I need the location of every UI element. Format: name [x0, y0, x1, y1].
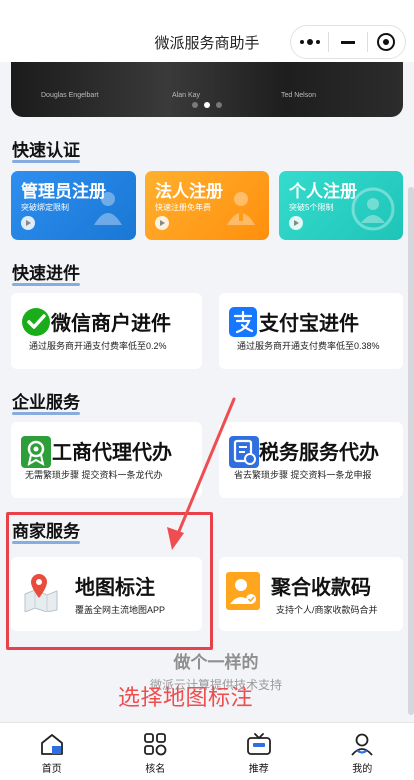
section-title-quick-cert: 快速认证: [12, 136, 80, 163]
carousel-indicator: [11, 102, 403, 108]
carousel-dot: [216, 102, 222, 108]
tab-recommend[interactable]: 推荐: [207, 723, 311, 780]
grid-icon: [144, 733, 167, 756]
section-title-enterprise: 企业服务: [12, 388, 80, 415]
alipay-onboard-card[interactable]: 支付宝进件 通过服务商开通支付费率低至0.38%: [219, 293, 403, 369]
section-title-merchant: 商家服务: [12, 517, 80, 544]
card-title: 微信商户进件: [51, 313, 171, 335]
admin-user-icon: [94, 192, 122, 225]
card-title: 税务服务代办: [259, 442, 379, 464]
carousel-dot-active: [204, 102, 210, 108]
bottom-tab-bar: 首页 核名 推荐 我的: [0, 722, 414, 780]
payment-code-card[interactable]: 聚合收款码 支持个人/商家收款码合并: [219, 557, 403, 631]
tv-icon: [246, 733, 271, 755]
card-subtitle: 通过服务商开通支付费率低至0.38%: [237, 341, 380, 351]
tab-name-check[interactable]: 核名: [104, 723, 208, 780]
close-miniprogram-button[interactable]: [368, 26, 405, 58]
card-subtitle: 省去繁琐步骤 提交资料一条龙申报: [234, 470, 372, 480]
tax-service-card[interactable]: 税务服务代办 省去繁琐步骤 提交资料一条龙申报: [219, 422, 403, 498]
card-subtitle: 突破绑定限制: [21, 203, 69, 212]
tab-label: 核名: [145, 764, 166, 775]
business-registration-card[interactable]: 工商代理代办 无需繁琐步骤 提交资料一条龙代办: [11, 422, 202, 498]
card-title: 工商代理代办: [52, 442, 172, 464]
top-banner-carousel[interactable]: Douglas Engelbart Alan Kay Ted Nelson: [11, 62, 403, 117]
arrow-right-icon: [289, 216, 303, 230]
admin-register-card[interactable]: 管理员注册 突破绑定限制: [11, 171, 136, 240]
scrollbar[interactable]: [408, 187, 414, 715]
more-dots-icon: [299, 39, 320, 45]
carousel-dot: [192, 102, 198, 108]
tab-mine[interactable]: 我的: [311, 723, 414, 780]
personal-user-icon: [351, 187, 395, 231]
banner-caption: Douglas Engelbart: [41, 92, 99, 99]
card-title: 聚合收款码: [271, 577, 371, 599]
more-options-button[interactable]: [291, 26, 328, 58]
card-title: 个人注册: [289, 182, 357, 201]
license-badge-icon: [21, 436, 51, 468]
banner-caption: Alan Kay: [172, 92, 201, 99]
tab-label: 推荐: [248, 764, 269, 775]
card-title: 支付宝进件: [259, 313, 359, 335]
card-title: 地图标注: [75, 577, 155, 599]
tab-label: 我的: [352, 764, 373, 775]
user-icon: [351, 733, 373, 756]
tab-label: 首页: [41, 764, 62, 775]
card-subtitle: 覆盖全网主流地图APP: [75, 605, 166, 615]
wechat-onboard-card[interactable]: 微信商户进件 通过服务商开通支付费率低至0.2%: [11, 293, 202, 369]
personal-register-card[interactable]: 个人注册 突破5个限制: [279, 171, 403, 240]
card-subtitle: 无需繁琐步骤 提交资料一条龙代办: [25, 470, 163, 480]
tax-document-icon: [229, 436, 259, 468]
section-title-quick-onboard: 快速进件: [12, 259, 80, 286]
map-pin-icon: [24, 574, 58, 612]
minimize-button[interactable]: [329, 26, 366, 58]
alipay-icon: [229, 307, 257, 337]
card-subtitle: 通过服务商开通支付费率低至0.2%: [29, 341, 167, 351]
arrow-right-icon: [21, 216, 35, 230]
card-subtitle: 突破5个限制: [289, 203, 334, 212]
map-marking-card[interactable]: 地图标注 覆盖全网主流地图APP: [11, 557, 202, 631]
arrow-right-icon: [155, 216, 169, 230]
miniprogram-capsule: [290, 25, 406, 59]
legal-person-icon: [227, 192, 255, 225]
minus-icon: [340, 40, 355, 44]
card-subtitle: 支持个人/商家收款码合并: [276, 605, 378, 615]
home-icon: [40, 734, 63, 755]
watermark-title: 做个一样的: [173, 653, 259, 672]
annotation-text: 选择地图标注: [118, 685, 254, 710]
legal-person-register-card[interactable]: 法人注册 快速注册免年费: [145, 171, 269, 240]
banner-caption: Ted Nelson: [281, 92, 317, 99]
payment-code-icon: [226, 572, 260, 610]
card-title: 法人注册: [155, 182, 223, 201]
target-circle-icon: [377, 33, 396, 51]
card-subtitle: 快速注册免年费: [155, 203, 211, 212]
tab-home[interactable]: 首页: [0, 723, 104, 780]
top-navigation-bar: 微派服务商助手: [0, 0, 414, 62]
wechat-pay-icon: [22, 308, 50, 336]
